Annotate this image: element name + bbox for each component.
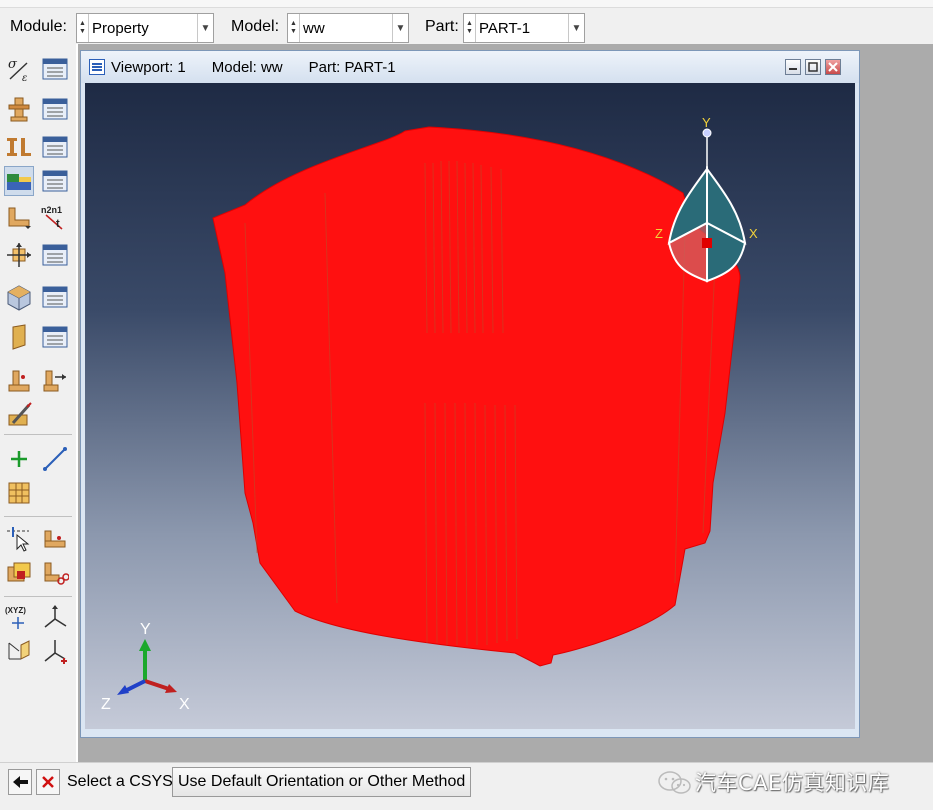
viewport-titlebar[interactable]: Viewport: 1 Model: ww Part: PART-1 [81, 51, 859, 83]
toolbox-separator [4, 434, 72, 435]
minimize-icon[interactable] [785, 59, 801, 75]
top-menu-strip [0, 0, 933, 8]
svg-text:(XYZ): (XYZ) [5, 606, 26, 615]
viewport-model: Model: ww [211, 58, 283, 76]
viewport-name: Viewport: 1 [111, 58, 186, 76]
part-combo[interactable]: ▲ ▼ PART-1 ▼ [463, 13, 585, 43]
datum-csys-icon[interactable] [40, 636, 70, 666]
create-material-icon[interactable]: σε [4, 54, 34, 84]
assign-material-orientation-icon[interactable] [4, 240, 34, 270]
part-label: Part: [425, 18, 459, 35]
stringer-manager-icon[interactable] [40, 322, 70, 352]
model-combo[interactable]: ▲ ▼ ww ▼ [287, 13, 409, 43]
prompt-text: Select a CSYS [67, 773, 173, 790]
model-label: Model: [231, 18, 280, 35]
module-value: Property [92, 19, 149, 37]
svg-text:σ: σ [8, 57, 18, 72]
module-label: Module: [10, 18, 67, 35]
module-toolbox: σε n2n1 t (XYZ) [0, 50, 76, 762]
part-model-graphic[interactable]: Y Z X Y Z X [85, 83, 855, 729]
create-profile-icon[interactable] [4, 132, 34, 162]
repair-icon[interactable] [4, 558, 34, 588]
part-spinner[interactable]: ▲ ▼ [464, 14, 476, 42]
module-combo[interactable]: ▲ ▼ Property ▼ [76, 13, 214, 43]
material-manager-icon[interactable] [40, 54, 70, 84]
view-cube-x-label: X [749, 226, 758, 241]
section-assignment-manager-icon[interactable] [40, 166, 70, 196]
svg-text:n2n1: n2n1 [41, 205, 62, 215]
watermark-text: 汽车CAE仿真知识库 [695, 771, 890, 795]
chevron-down-icon[interactable]: ▼ [197, 14, 213, 42]
datum-axis-icon[interactable] [40, 444, 70, 474]
toolbox-separator [4, 516, 72, 517]
orientation-manager-icon[interactable] [40, 240, 70, 270]
chevron-down-icon[interactable]: ▼ [568, 14, 584, 42]
svg-text:t: t [56, 218, 60, 230]
profile-manager-icon[interactable] [40, 132, 70, 162]
module-spinner[interactable]: ▲ ▼ [77, 14, 89, 42]
chevron-down-icon[interactable]: ▼ [392, 14, 408, 42]
set-manager-icon[interactable] [40, 524, 70, 554]
cancel-x-icon[interactable] [36, 769, 60, 795]
toolbox-separator [4, 596, 72, 597]
skin-manager-icon[interactable] [40, 282, 70, 312]
viewport-window[interactable]: Viewport: 1 Model: ww Part: PART-1 Y Z X… [80, 50, 860, 738]
assign-beam-orientation-icon[interactable] [4, 202, 34, 232]
datum-point-icon[interactable] [4, 444, 34, 474]
part-value: PART-1 [479, 19, 531, 37]
view-cube-y-label: Y [702, 115, 711, 130]
back-arrow-icon[interactable] [8, 769, 32, 795]
wechat-icon [658, 771, 691, 794]
composite-layup-icon[interactable] [4, 400, 34, 430]
assign-section-icon[interactable] [4, 166, 34, 196]
create-section-icon[interactable] [4, 94, 34, 124]
inertia-icon[interactable] [40, 366, 70, 396]
close-icon[interactable] [825, 59, 841, 75]
triad-z-label: Z [101, 696, 111, 713]
axis-triad-icon: Y Z X [101, 621, 190, 713]
prompt-area: Select a CSYS Use Default Orientation or… [0, 762, 933, 810]
geometry-edit-icon[interactable] [40, 558, 70, 588]
context-bar: Module: ▲ ▼ Property ▼ Model: ▲ ▼ ww ▼ Par… [0, 8, 933, 48]
assign-normal-icon[interactable]: n2n1 t [40, 202, 70, 232]
query-icon[interactable] [4, 524, 34, 554]
section-manager-icon[interactable] [40, 94, 70, 124]
transform-icon[interactable] [4, 636, 34, 666]
triad-icon[interactable] [40, 602, 70, 632]
triad-x-label: X [179, 696, 190, 713]
special-engineering-icon[interactable] [4, 366, 34, 396]
stringer-icon[interactable] [4, 322, 34, 352]
model-spinner[interactable]: ▲ ▼ [288, 14, 300, 42]
maximize-icon[interactable] [805, 59, 821, 75]
csys-icon[interactable]: (XYZ) [4, 602, 34, 632]
triad-y-label: Y [140, 621, 151, 638]
watermark: 汽车CAE仿真知识库 [655, 767, 889, 797]
viewport-part: Part: PART-1 [308, 58, 396, 76]
partition-icon[interactable] [4, 478, 34, 508]
skin-icon[interactable] [4, 282, 34, 312]
view-cube-z-label: Z [655, 226, 663, 241]
viewport-scene[interactable]: Y Z X Y Z X [85, 83, 855, 729]
model-value: ww [303, 19, 325, 37]
use-default-orientation-button[interactable]: Use Default Orientation or Other Method [172, 767, 472, 797]
svg-text:ε: ε [22, 73, 27, 83]
viewport-menu-icon[interactable] [89, 59, 105, 75]
